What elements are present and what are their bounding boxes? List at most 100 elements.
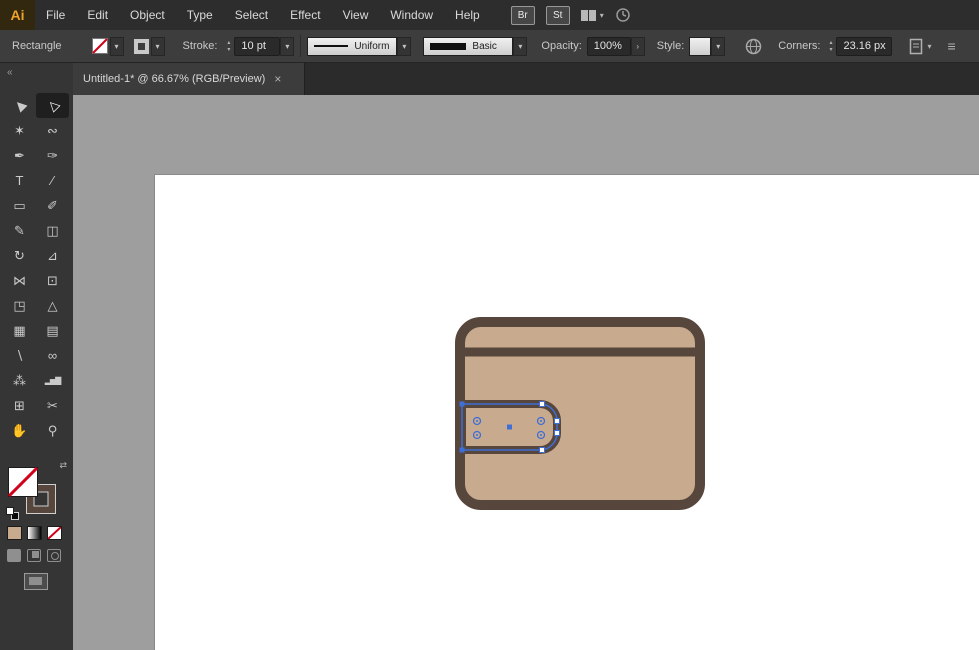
rectangle-tool[interactable]: ▭ (3, 193, 36, 218)
rotate-tool[interactable]: ↻ (3, 243, 36, 268)
menu-view[interactable]: View (332, 0, 380, 30)
gradient-button[interactable] (27, 526, 42, 540)
profile-preview-line (314, 45, 348, 47)
artboard-tool[interactable]: ⊞ (3, 393, 36, 418)
menu-object[interactable]: Object (119, 0, 176, 30)
chevron-down-icon: ▾ (600, 11, 604, 20)
mesh-tool[interactable]: ▦ (3, 318, 36, 343)
width-profile-dropdown[interactable]: Uniform (307, 37, 397, 56)
artboard-tool-icon: ⊞ (14, 398, 25, 414)
opacity-chevron[interactable]: › (631, 37, 645, 56)
shaper-tool[interactable]: ✎ (3, 218, 36, 243)
stroke-weight-stepper[interactable]: ▴ ▾ (223, 37, 234, 56)
stepper-down-icon[interactable]: ▾ (227, 47, 230, 53)
eraser-tool[interactable]: ◫ (36, 218, 69, 243)
stepper-up-icon[interactable]: ▴ (227, 40, 230, 46)
eraser-tool-icon: ◫ (46, 223, 58, 239)
workspace-icon (581, 10, 596, 21)
graphic-styles-button[interactable]: St (546, 6, 570, 25)
tab-close-icon[interactable]: × (274, 72, 281, 86)
artboard[interactable] (155, 175, 979, 650)
draw-normal-button[interactable] (7, 549, 21, 562)
fill-indicator[interactable] (8, 467, 38, 497)
drawing-mode-buttons (7, 549, 61, 562)
eyedropper-tool[interactable]: ∖ (3, 343, 36, 368)
menu-help[interactable]: Help (444, 0, 491, 30)
menu-edit[interactable]: Edit (76, 0, 119, 30)
curvature-tool[interactable]: ✑ (36, 143, 69, 168)
paintbrush-tool[interactable]: ✐ (36, 193, 69, 218)
hand-tool[interactable]: ✋ (3, 418, 36, 443)
opacity-field[interactable]: 100% (587, 37, 631, 56)
menu-type[interactable]: Type (176, 0, 224, 30)
screen-mode-button[interactable] (24, 573, 48, 590)
free-transform-tool[interactable]: ⊡ (36, 268, 69, 293)
canvas-pasteboard[interactable] (73, 95, 979, 650)
shape-builder-tool[interactable]: ◳ (3, 293, 36, 318)
sync-settings-icon[interactable] (615, 7, 631, 23)
fill-dropdown-chevron[interactable]: ▾ (110, 37, 124, 56)
menu-bar-right: Br St ▾ (511, 0, 631, 30)
selection-tool-icon: ▶ (10, 96, 28, 114)
stroke-dropdown-chevron[interactable]: ▾ (151, 37, 165, 56)
recolor-artwork-icon[interactable] (745, 38, 762, 55)
stroke-weight-field[interactable]: 10 pt (234, 37, 280, 56)
style-swatch[interactable] (689, 37, 711, 56)
stroke-weight-chevron[interactable]: ▾ (280, 37, 294, 56)
column-graph-tool[interactable]: ▂▅▇ (36, 368, 69, 393)
opacity-label: Opacity: (541, 40, 581, 52)
menu-effect[interactable]: Effect (279, 0, 331, 30)
none-button[interactable] (47, 526, 62, 540)
lasso-tool[interactable]: ∾ (36, 118, 69, 143)
corners-stepper[interactable]: ▴ ▾ (825, 37, 836, 56)
line-segment-tool[interactable]: ∕ (36, 168, 69, 193)
blend-tool[interactable]: ∞ (36, 343, 69, 368)
draw-inside-button[interactable] (47, 549, 61, 562)
fill-color-swatch[interactable] (92, 38, 108, 54)
brushes-button[interactable]: Br (511, 6, 535, 25)
perspective-grid-tool[interactable]: △ (36, 293, 69, 318)
symbol-sprayer-tool[interactable]: ⁂ (3, 368, 36, 393)
type-tool[interactable]: T (3, 168, 36, 193)
align-panel-icon[interactable]: ≡ (947, 38, 955, 54)
paint-buttons (7, 526, 62, 540)
selection-tool[interactable]: ▶ (3, 93, 36, 118)
menu-window[interactable]: Window (379, 0, 444, 30)
profile-chevron[interactable]: ▾ (397, 37, 411, 56)
slice-tool[interactable]: ✂ (36, 393, 69, 418)
tools-grid: ▶ ▷ ✶ ∾ ✒ ✑ T ∕ ▭ ✐ ✎ ◫ ↻ ⊿ ⋈ ⊡ ◳ △ ▦ ▤ … (3, 93, 69, 443)
magic-wand-tool[interactable]: ✶ (3, 118, 36, 143)
stroke-color-swatch[interactable] (134, 39, 149, 54)
document-setup-chevron[interactable]: ▾ (927, 42, 931, 51)
draw-behind-button[interactable] (27, 549, 41, 562)
color-button[interactable] (7, 526, 22, 540)
document-setup-icon[interactable] (908, 38, 924, 55)
direct-selection-tool-icon: ▷ (43, 96, 61, 114)
pen-tool-icon: ✒ (14, 148, 25, 164)
style-chevron[interactable]: ▾ (711, 37, 725, 56)
scale-tool[interactable]: ⊿ (36, 243, 69, 268)
brush-dropdown[interactable]: Basic (423, 37, 513, 56)
stepper-up-icon[interactable]: ▴ (829, 40, 832, 46)
collapse-panel-button[interactable]: « (0, 63, 73, 78)
shape-builder-tool-icon: ◳ (13, 298, 25, 314)
corners-field[interactable]: 23.16 px (836, 37, 892, 56)
width-tool[interactable]: ⋈ (3, 268, 36, 293)
gradient-tool-icon: ▤ (46, 323, 58, 339)
pen-tool[interactable]: ✒ (3, 143, 36, 168)
gradient-tool[interactable]: ▤ (36, 318, 69, 343)
brush-label: Basic (472, 41, 496, 52)
brush-chevron[interactable]: ▾ (513, 37, 527, 56)
artwork (155, 175, 979, 650)
zoom-tool[interactable]: ⚲ (36, 418, 69, 443)
default-fill-stroke-icon[interactable] (6, 507, 19, 520)
menu-select[interactable]: Select (224, 0, 279, 30)
direct-selection-tool[interactable]: ▷ (36, 93, 69, 118)
rotate-tool-icon: ↻ (14, 248, 25, 264)
document-tab[interactable]: Untitled-1* @ 66.67% (RGB/Preview) × (73, 63, 305, 95)
menu-file[interactable]: File (35, 0, 76, 30)
document-tab-title: Untitled-1* @ 66.67% (RGB/Preview) (83, 73, 265, 85)
stepper-down-icon[interactable]: ▾ (829, 47, 832, 53)
workspace-switcher[interactable]: ▾ (581, 10, 604, 21)
swap-fill-stroke-icon[interactable]: ⇄ (59, 460, 67, 471)
